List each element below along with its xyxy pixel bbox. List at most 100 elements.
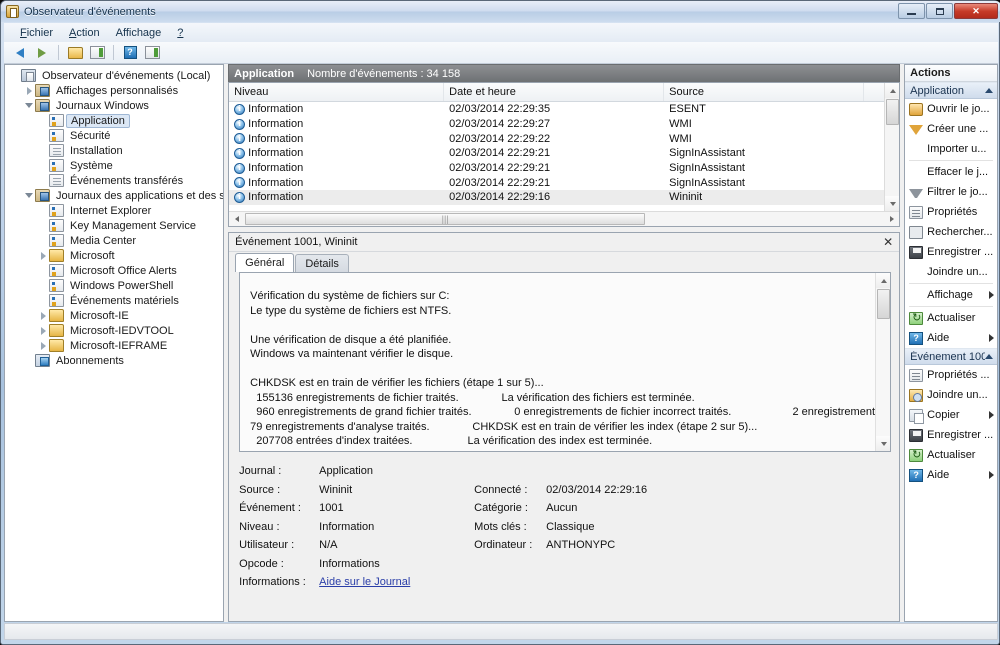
log-icon — [49, 264, 64, 277]
action-item-label: Propriétés ... — [927, 369, 990, 381]
action-item-ouvrir-le-jo[interactable]: Ouvrir le jo... — [905, 99, 997, 119]
action-item-copier[interactable]: Copier — [905, 405, 997, 425]
collapse-chevron-down-icon[interactable] — [23, 100, 35, 112]
maximize-button[interactable] — [926, 3, 953, 19]
action-item-propri-t-s[interactable]: Propriétés — [905, 202, 997, 222]
tree-item-v-nements-transf-r-s[interactable]: Événements transférés — [9, 173, 223, 188]
table-row[interactable]: i Information 02/03/2014 22:29:16 Wininit — [229, 190, 900, 205]
log-help-link[interactable]: Aide sur le Journal — [319, 576, 410, 588]
forward-button[interactable] — [32, 44, 52, 62]
meta-value[interactable]: Aide sur le Journal — [319, 573, 474, 592]
tree-item-internet-explorer[interactable]: Internet Explorer — [9, 203, 223, 218]
expand-chevron-right-icon[interactable] — [23, 85, 35, 97]
scroll-thumb[interactable] — [886, 99, 900, 125]
tree-item-microsoft-ieframe[interactable]: Microsoft-IEFRAME — [9, 338, 223, 353]
tree-item-installation[interactable]: Installation — [9, 143, 223, 158]
tree-item-microsoft-iedvtool[interactable]: Microsoft-IEDVTOOL — [9, 323, 223, 338]
column-header-niveau[interactable]: Niveau — [229, 83, 445, 101]
action-item-actualiser[interactable]: Actualiser — [905, 445, 997, 465]
desc-scroll-up-button[interactable] — [876, 273, 891, 288]
table-row[interactable]: i Information 02/03/2014 22:29:21 SignInAss… — [229, 161, 899, 176]
desc-scroll-down-button[interactable] — [876, 436, 891, 451]
action-item-aide[interactable]: ? Aide — [905, 465, 997, 485]
menu-bar: Fichier Action Affichage ? — [4, 23, 998, 42]
minimize-button[interactable] — [898, 3, 925, 19]
action-item-filtrer-le-jo[interactable]: Filtrer le jo... — [905, 182, 997, 202]
tree-item-application[interactable]: Application — [9, 113, 223, 128]
tree-item-key-management-service[interactable]: Key Management Service — [9, 218, 223, 233]
action-item-joindre-un[interactable]: Joindre un... — [905, 385, 997, 405]
menu-affichage[interactable]: Affichage — [108, 25, 170, 41]
action-item-importer-u[interactable]: Importer u... — [905, 139, 997, 159]
action-item-aide[interactable]: ? Aide — [905, 328, 997, 348]
tree-item-syst-me[interactable]: Système — [9, 158, 223, 173]
tab-general[interactable]: Général — [235, 253, 295, 272]
action-item-joindre-un[interactable]: Joindre un... — [905, 262, 997, 282]
column-header-source[interactable]: Source — [664, 83, 865, 101]
show-hide-tree-button[interactable] — [65, 44, 85, 62]
event-list-hscrollbar[interactable]: ||| — [229, 211, 900, 227]
scroll-up-button[interactable] — [885, 83, 900, 98]
menu-help[interactable]: ? — [169, 25, 191, 41]
collapse-chevron-down-icon[interactable] — [23, 190, 35, 202]
tree-item-v-nements-mat-riels[interactable]: Événements matériels — [9, 293, 223, 308]
tree-item-microsoft-office-alerts[interactable]: Microsoft Office Alerts — [9, 263, 223, 278]
expand-chevron-right-icon[interactable] — [37, 340, 49, 352]
close-button[interactable]: ✕ — [954, 3, 998, 19]
action-item-propri-t-s[interactable]: Propriétés ... — [905, 365, 997, 385]
chevron-up-icon[interactable] — [985, 88, 993, 93]
show-action-pane-button[interactable] — [142, 44, 162, 62]
tree-item-journaux-windows[interactable]: Journaux Windows — [9, 98, 223, 113]
cell-niveau-label: Information — [248, 191, 304, 204]
tree-item-journaux-des-applications-et-des-services[interactable]: Journaux des applications et des service… — [9, 188, 223, 203]
tree-item-observateur-d-v-nements-local[interactable]: Observateur d'événements (Local) — [9, 68, 223, 83]
table-row[interactable]: i Information 02/03/2014 22:29:21 SignInAss… — [229, 146, 899, 161]
tree-item-abonnements[interactable]: Abonnements — [9, 353, 223, 368]
hscroll-left-button[interactable] — [229, 212, 244, 227]
tree-item-s-curit[interactable]: Sécurité — [9, 128, 223, 143]
expand-chevron-right-icon[interactable] — [37, 325, 49, 337]
expand-chevron-right-icon[interactable] — [37, 250, 49, 262]
table-row[interactable]: i Information 02/03/2014 22:29:21 SignInAss… — [229, 175, 899, 190]
action-item-effacer-le-j[interactable]: Effacer le j... — [905, 162, 997, 182]
chevron-up-icon[interactable] — [985, 354, 993, 359]
tab-details[interactable]: Détails — [295, 254, 349, 272]
hscroll-thumb[interactable]: ||| — [245, 213, 646, 225]
properties-button[interactable] — [87, 44, 107, 62]
meta-label: Événement : — [239, 502, 301, 515]
scroll-down-button[interactable] — [885, 196, 900, 211]
back-button[interactable] — [10, 44, 30, 62]
menu-action[interactable]: Action — [61, 25, 108, 41]
table-row[interactable]: i Information 02/03/2014 22:29:35 ESENT — [229, 102, 899, 117]
menu-fichier[interactable]: Fichier — [12, 25, 61, 41]
help-button[interactable]: ? — [120, 44, 140, 62]
desc-scroll-thumb[interactable] — [877, 289, 891, 319]
table-row[interactable]: i Information 02/03/2014 22:29:27 WMI — [229, 117, 899, 132]
description-vscrollbar[interactable] — [875, 273, 891, 451]
action-group-header[interactable]: Application — [905, 82, 997, 99]
action-item-enregistrer[interactable]: Enregistrer ... — [905, 425, 997, 445]
action-item-enregistrer[interactable]: Enregistrer ... — [905, 242, 997, 262]
action-item-actualiser[interactable]: Actualiser — [905, 308, 997, 328]
expand-chevron-right-icon[interactable] — [37, 310, 49, 322]
tree-item-affichages-personnalis-s[interactable]: Affichages personnalisés — [9, 83, 223, 98]
action-item-rechercher[interactable]: Rechercher... — [905, 222, 997, 242]
tree-item-microsoft[interactable]: Microsoft — [9, 248, 223, 263]
event-description-box[interactable]: Vérification du système de fichiers sur … — [239, 272, 892, 452]
help-icon: ? — [123, 46, 137, 59]
action-group-header[interactable]: Événement 100... — [905, 348, 997, 365]
action-item-cr-er-une[interactable]: Créer une ... — [905, 119, 997, 139]
column-header-date[interactable]: Date et heure — [444, 83, 665, 101]
close-detail-icon[interactable]: ✕ — [881, 235, 895, 249]
cell-niveau: i Information — [229, 118, 444, 130]
action-item-affichage[interactable]: Affichage — [905, 285, 997, 305]
tree-item-microsoft-ie[interactable]: Microsoft-IE — [9, 308, 223, 323]
tree-item-windows-powershell[interactable]: Windows PowerShell — [9, 278, 223, 293]
table-row[interactable]: i Information 02/03/2014 22:29:22 WMI — [229, 131, 899, 146]
action-separator — [909, 306, 993, 307]
event-list[interactable]: Niveau Date et heure Source i Information… — [228, 82, 901, 227]
hscroll-right-button[interactable] — [884, 212, 899, 227]
console-tree-pane[interactable]: Observateur d'événements (Local) Affichag… — [4, 64, 225, 622]
event-list-vscrollbar[interactable] — [884, 83, 900, 211]
tree-item-media-center[interactable]: Media Center — [9, 233, 223, 248]
